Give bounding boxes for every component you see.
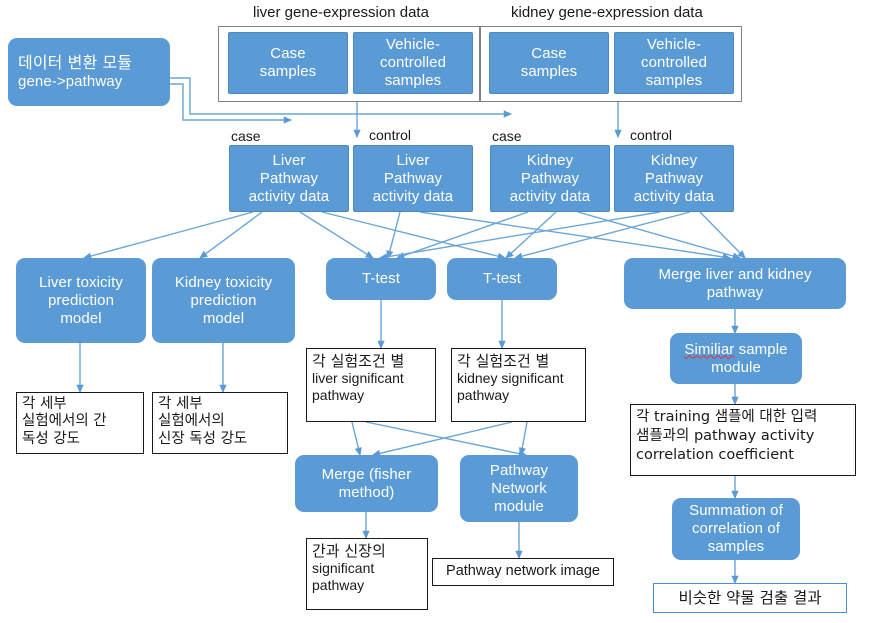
liver-pathway-control[interactable]: Liver Pathway activity data xyxy=(353,145,473,212)
pathway-network-module[interactable]: Pathway Network module xyxy=(460,455,578,522)
liver-case-samples[interactable]: Case samples xyxy=(228,32,348,94)
pathway-network-image-box: Pathway network image xyxy=(432,558,614,586)
liver-pathway-case[interactable]: Liver Pathway activity data xyxy=(229,145,349,212)
kidney-significant-pathway: 각 실험조건 별 kidney significant pathway xyxy=(451,348,586,422)
diagram-canvas: liver gene-expression data kidney gene-e… xyxy=(0,0,869,623)
liver-vehicle-samples[interactable]: Vehicle- controlled samples xyxy=(353,32,473,94)
kidney-toxicity-result: 각 세부 실험에서의 신장 독성 강도 xyxy=(152,392,288,454)
merge-liver-kidney-pathway[interactable]: Merge liver and kidney pathway xyxy=(624,258,846,309)
kidney-case-samples[interactable]: Case samples xyxy=(489,32,609,94)
transform-module-title: 데이터 변환 모듈 xyxy=(18,53,133,73)
summation-of-correlation[interactable]: Summation of correlation of samples xyxy=(672,498,800,560)
misspelled-word: Similiar xyxy=(684,340,735,358)
kidney-sig-pathway-kr: 각 실험조건 별 xyxy=(457,352,550,370)
kidney-vehicle-samples[interactable]: Vehicle- controlled samples xyxy=(614,32,734,94)
transform-module-node[interactable]: 데이터 변환 모듈 gene->pathway xyxy=(8,38,170,106)
sig-pathway-result-kr: 간과 신장의 xyxy=(312,542,386,560)
kidney-pathway-case[interactable]: Kidney Pathway activity data xyxy=(490,145,610,212)
liver-significant-pathway: 각 실험조건 별 liver significant pathway xyxy=(306,348,436,422)
similar-sample-module-label: Similiar sample module xyxy=(684,341,787,377)
liver-toxicity-result: 각 세부 실험에서의 간 독성 강도 xyxy=(16,392,144,454)
transform-module-subtitle: gene->pathway xyxy=(18,72,123,90)
kidney-toxicity-prediction-model[interactable]: Kidney toxicity prediction model xyxy=(152,258,295,343)
caption-liver-gene-data: liver gene-expression data xyxy=(253,4,429,21)
label-case-liver: case xyxy=(231,128,261,144)
ttest-liver[interactable]: T-test xyxy=(326,258,436,300)
similar-sample-module[interactable]: Similiar sample module xyxy=(670,333,802,384)
sig-pathway-result-en: significant pathway xyxy=(312,560,375,593)
kidney-pathway-control[interactable]: Kidney Pathway activity data xyxy=(614,145,734,212)
kidney-sig-pathway-en: kidney significant pathway xyxy=(457,370,564,403)
label-case-kidney: case xyxy=(492,128,522,144)
label-control-kidney: control xyxy=(630,127,673,143)
correlation-coefficient-box: 각 training 샘플에 대한 입력 샘플과의 pathway activi… xyxy=(630,404,856,476)
ttest-kidney[interactable]: T-test xyxy=(447,258,557,300)
significant-pathway-result: 간과 신장의 significant pathway xyxy=(306,538,428,610)
drug-detection-result: 비슷한 약물 검출 결과 xyxy=(653,583,847,613)
liver-sig-pathway-kr: 각 실험조건 별 xyxy=(312,352,405,370)
merge-fisher-method[interactable]: Merge (fisher method) xyxy=(295,455,438,512)
liver-toxicity-prediction-model[interactable]: Liver toxicity prediction model xyxy=(16,258,146,343)
label-control-liver: control xyxy=(369,127,412,143)
liver-sig-pathway-en: liver significant pathway xyxy=(312,370,404,403)
caption-kidney-gene-data: kidney gene-expression data xyxy=(511,4,703,21)
